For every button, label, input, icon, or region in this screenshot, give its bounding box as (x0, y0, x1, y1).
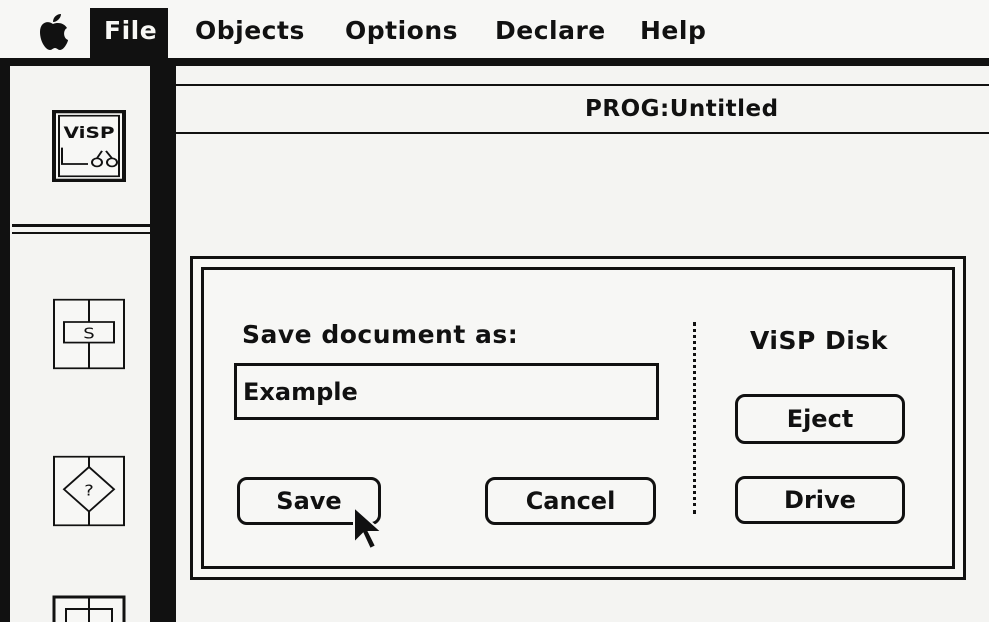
decision-icon: ? (53, 455, 125, 527)
decision-tool-label: ? (84, 481, 94, 499)
loop-tool[interactable] (52, 595, 126, 622)
menu-file[interactable]: File (90, 8, 168, 58)
screen-edge (0, 66, 10, 622)
palette-divider (12, 232, 152, 234)
menu-declare[interactable]: Declare (495, 14, 606, 48)
title-bar-line (176, 84, 989, 86)
eject-button[interactable]: Eject (735, 394, 905, 444)
title-bar-line (176, 132, 989, 134)
disk-name-label: ViSP Disk (750, 326, 888, 355)
statement-tool[interactable]: S (52, 298, 126, 370)
decision-tool[interactable]: ? (52, 455, 126, 527)
visp-program-icon: ViSP (52, 110, 126, 182)
loop-icon (52, 595, 126, 622)
palette-divider (12, 224, 152, 227)
drive-button[interactable]: Drive (735, 476, 905, 524)
statement-tool-label: S (83, 324, 94, 342)
menu-options[interactable]: Options (345, 14, 458, 48)
menu-objects[interactable]: Objects (195, 14, 305, 48)
arrow-cursor-icon (352, 504, 402, 555)
menu-help[interactable]: Help (640, 14, 706, 48)
dialog-divider (693, 322, 696, 514)
filename-input[interactable] (234, 363, 659, 420)
palette-border (150, 66, 176, 622)
save-prompt-label: Save document as: (242, 320, 519, 349)
visp-tool-label: ViSP (63, 123, 114, 142)
cancel-button[interactable]: Cancel (485, 477, 656, 525)
apple-menu-icon[interactable] (36, 12, 70, 52)
menu-bar: File Objects Options Declare Help (0, 0, 989, 66)
statement-icon: S (53, 298, 125, 370)
window-title: PROG:Untitled (585, 96, 779, 122)
visp-program-tool[interactable]: ViSP (52, 110, 126, 182)
